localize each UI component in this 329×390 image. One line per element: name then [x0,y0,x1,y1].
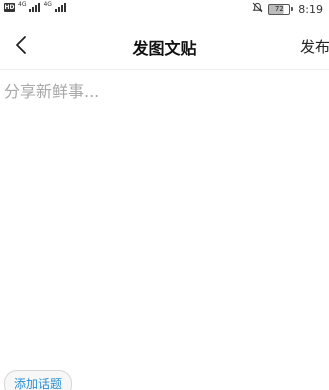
battery-icon: 72 [268,3,294,15]
status-left: HD 4G 4G [4,2,66,12]
mute-icon [252,2,263,16]
status-bar: HD 4G 4G 72 8:19 [0,0,329,18]
hd-icon: HD [4,2,15,12]
clock-time: 8:19 [298,2,323,16]
network-type-label: 4G [43,1,52,8]
page-title: 发图文贴 [132,39,197,58]
network-type-label: 4G [18,1,27,8]
header-bar: 发图文贴 发布 [0,24,329,68]
status-right: 72 8:19 [252,2,323,16]
post-compose-screen: HD 4G 4G 72 8:19 发图文贴 发布 分享新鲜事... 添加话题 [0,0,329,390]
publish-button[interactable]: 发布 [300,36,329,57]
signal-icon [29,2,41,12]
signal-icon [54,2,66,12]
battery-level: 72 [268,3,291,15]
add-topic-button[interactable]: 添加话题 [4,370,73,390]
header-divider [0,69,329,70]
post-content-input[interactable] [0,76,329,356]
